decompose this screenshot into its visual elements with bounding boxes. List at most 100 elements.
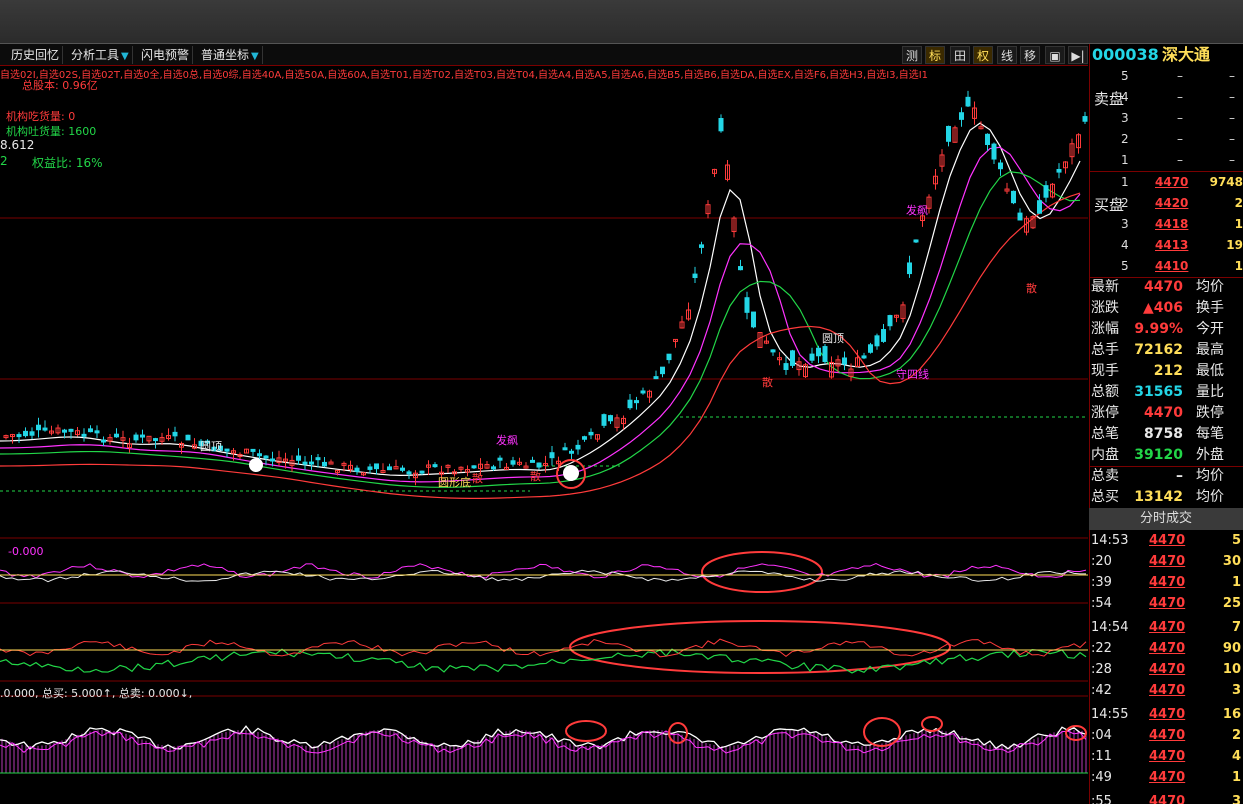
candle-body — [16, 434, 22, 438]
buy-price: 4470 — [1155, 175, 1189, 189]
tick-volume: 4 — [1231, 749, 1241, 764]
candle-body — [1056, 169, 1062, 173]
tick-price: 4470 — [1149, 683, 1186, 698]
buy-volume: 19 — [1226, 238, 1243, 252]
stat-label-2: 最低 — [1196, 363, 1224, 379]
kline-chart-area[interactable]: 自选02I,自选02S,自选02T,自选0全,自选0总,自选0综,自选40A,自… — [0, 66, 1088, 804]
ratio-label: 权益比: 16% — [32, 156, 103, 170]
indicator-line — [0, 725, 1087, 750]
buy-row[interactable]: 1 4470 9748 — [1089, 172, 1243, 193]
tick-time: 14:55 — [1091, 707, 1129, 722]
candle-body — [387, 466, 392, 471]
tick-price: 4470 — [1149, 641, 1186, 656]
smiley-icon — [563, 465, 579, 481]
buy-row[interactable]: 5 4410 1 — [1089, 256, 1243, 277]
stat-row: 涨停 4470 跌停 — [1089, 403, 1243, 424]
window-button[interactable]: ▣ — [1045, 46, 1065, 64]
tick-row[interactable]: :11 4470 4 — [1089, 746, 1243, 767]
buy-row[interactable]: 3 4418 1 — [1089, 214, 1243, 235]
indicator-value: -0.000 — [8, 545, 44, 558]
tick-price: 4470 — [1149, 575, 1186, 590]
tick-row[interactable]: :42 4470 3 — [1089, 680, 1243, 701]
sell-row[interactable]: 5 – – — [1089, 66, 1243, 87]
history-memory-button[interactable]: 历史回忆 — [8, 46, 64, 64]
tick-row[interactable]: :49 4470 1 — [1089, 767, 1243, 788]
candle-body — [1043, 185, 1049, 198]
candle-body — [627, 399, 633, 409]
stat-label: 总额 — [1091, 384, 1119, 400]
stat-label: 最新 — [1091, 279, 1119, 295]
stat-value: 4470 — [1144, 405, 1183, 421]
rights-button[interactable]: 权 — [973, 46, 993, 64]
candle-body — [133, 434, 139, 441]
candle-body — [692, 273, 698, 279]
grid-button[interactable]: 田 — [950, 46, 970, 64]
stat-value: 31565 — [1134, 384, 1183, 400]
tick-price: 4470 — [1149, 533, 1186, 548]
sell-row[interactable]: 3 – – — [1089, 108, 1243, 129]
stat-value: 39120 — [1134, 447, 1183, 463]
ticks-header[interactable]: 分时成交 — [1089, 508, 1243, 530]
move-button[interactable]: 移 — [1020, 46, 1040, 64]
candle-body — [634, 400, 639, 404]
candle-body — [608, 415, 613, 422]
candle-body — [296, 455, 301, 461]
tick-row[interactable]: 14:55 4470 16 — [1089, 704, 1243, 725]
sell-row[interactable]: 1 – – — [1089, 150, 1243, 171]
buy-volume: 1 — [1234, 259, 1243, 273]
sell-row[interactable]: 2 – – — [1089, 129, 1243, 150]
mark-button[interactable]: 标 — [925, 46, 945, 64]
tick-time: :20 — [1091, 554, 1112, 569]
normal-coord-button[interactable]: 普通坐标 ▼ — [198, 46, 263, 64]
pattern-label: 发飙 — [496, 434, 518, 447]
stat-row: 涨跌 ▲406 换手 — [1089, 298, 1243, 319]
pattern-label: 发飙 — [906, 204, 928, 217]
line-button[interactable]: 线 — [997, 46, 1017, 64]
tick-row[interactable]: :55 4470 3 — [1089, 791, 1243, 804]
candle-body — [374, 463, 379, 470]
pattern-label: 散 — [472, 472, 483, 485]
candle-body — [965, 96, 971, 107]
candle-body — [36, 424, 41, 431]
tick-row[interactable]: 14:53 4470 5 — [1089, 530, 1243, 551]
analysis-tools-button[interactable]: 分析工具 ▼ — [68, 46, 133, 64]
buy-level: 3 — [1121, 217, 1129, 231]
sell-volume: – — [1229, 69, 1235, 83]
candle-body — [699, 244, 704, 248]
stat-label-2: 每笔 — [1196, 426, 1224, 442]
sell-volume: – — [1229, 132, 1235, 146]
indicator-line — [0, 648, 1087, 674]
tick-row[interactable]: :39 4470 1 — [1089, 572, 1243, 593]
tick-row[interactable]: :20 4470 30 — [1089, 551, 1243, 572]
stock-name: 深大通 — [1162, 45, 1211, 64]
tick-time: :04 — [1091, 728, 1112, 743]
stat-row: 总笔 8758 每笔 — [1089, 424, 1243, 445]
tick-row[interactable]: :04 4470 2 — [1089, 725, 1243, 746]
stat-row: 总额 31565 量比 — [1089, 382, 1243, 403]
sell-level: 3 — [1121, 111, 1129, 125]
measure-button[interactable]: 测 — [902, 46, 922, 64]
sell-price: – — [1177, 132, 1183, 146]
tick-row[interactable]: :28 4470 10 — [1089, 659, 1243, 680]
candle-body — [309, 461, 314, 465]
tick-row[interactable]: :54 4470 25 — [1089, 593, 1243, 614]
buy-row[interactable]: 4 4413 19 — [1089, 235, 1243, 256]
sell-row[interactable]: 4 – – — [1089, 87, 1243, 108]
flash-alert-button[interactable]: 闪电预警 — [138, 46, 194, 64]
stat-label: 内盘 — [1091, 447, 1119, 463]
stat-label-2: 均价 — [1196, 468, 1224, 484]
buy-row[interactable]: 2 4420 2 — [1089, 193, 1243, 214]
tick-volume: 10 — [1222, 662, 1241, 677]
tick-row[interactable]: 14:54 4470 7 — [1089, 617, 1243, 638]
tick-volume: 3 — [1231, 683, 1241, 698]
candle-body — [367, 466, 373, 470]
play-end-button[interactable]: ▶| — [1068, 46, 1088, 64]
indicator-line — [0, 563, 1087, 579]
candle-body — [640, 390, 646, 394]
sell-price: – — [1177, 90, 1183, 104]
tick-row[interactable]: :22 4470 90 — [1089, 638, 1243, 659]
candle-body — [907, 262, 912, 275]
candle-body — [660, 366, 665, 375]
stat-value: 212 — [1153, 363, 1183, 379]
stock-code[interactable]: 000038 — [1092, 44, 1159, 66]
